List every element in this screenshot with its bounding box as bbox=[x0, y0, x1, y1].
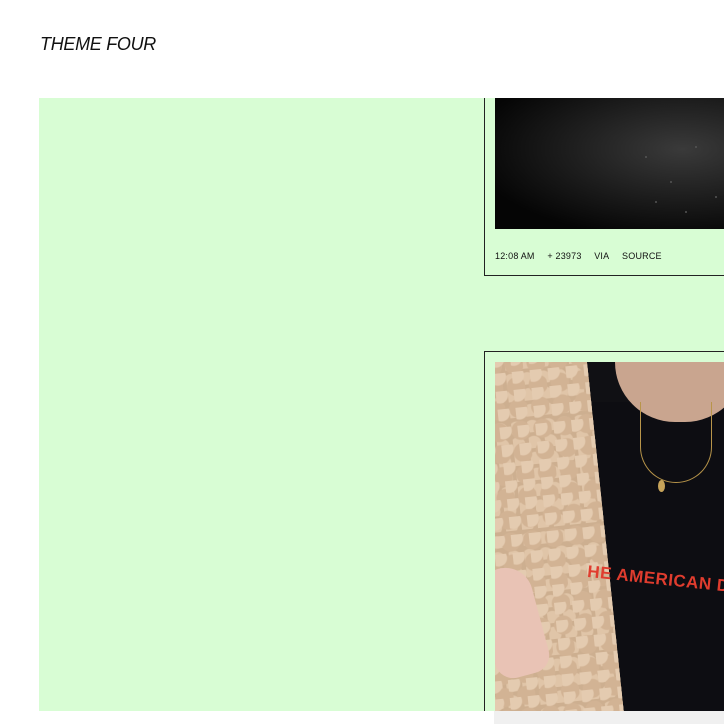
page: THEME FOUR 12:08 AM + 23973 VIA SOURCE H… bbox=[0, 0, 724, 724]
post-notes-link[interactable]: + 23973 bbox=[547, 251, 581, 261]
photo-necklace bbox=[640, 402, 712, 483]
post-card: 12:08 AM + 23973 VIA SOURCE bbox=[484, 98, 724, 276]
post-photo[interactable] bbox=[495, 98, 724, 229]
source-link[interactable]: SOURCE bbox=[622, 251, 662, 261]
post-photo[interactable]: HE AMERICAN DR bbox=[495, 362, 724, 711]
post-card: HE AMERICAN DR bbox=[484, 351, 724, 711]
content-area: 12:08 AM + 23973 VIA SOURCE HE AMERICAN … bbox=[39, 98, 724, 711]
bottom-strip bbox=[494, 711, 724, 724]
post-time-link[interactable]: 12:08 AM bbox=[495, 251, 535, 261]
via-link[interactable]: VIA bbox=[594, 251, 609, 261]
site-title[interactable]: THEME FOUR bbox=[40, 34, 156, 55]
photo-pendant bbox=[658, 480, 665, 492]
post-meta: 12:08 AM + 23973 VIA SOURCE bbox=[495, 251, 672, 261]
